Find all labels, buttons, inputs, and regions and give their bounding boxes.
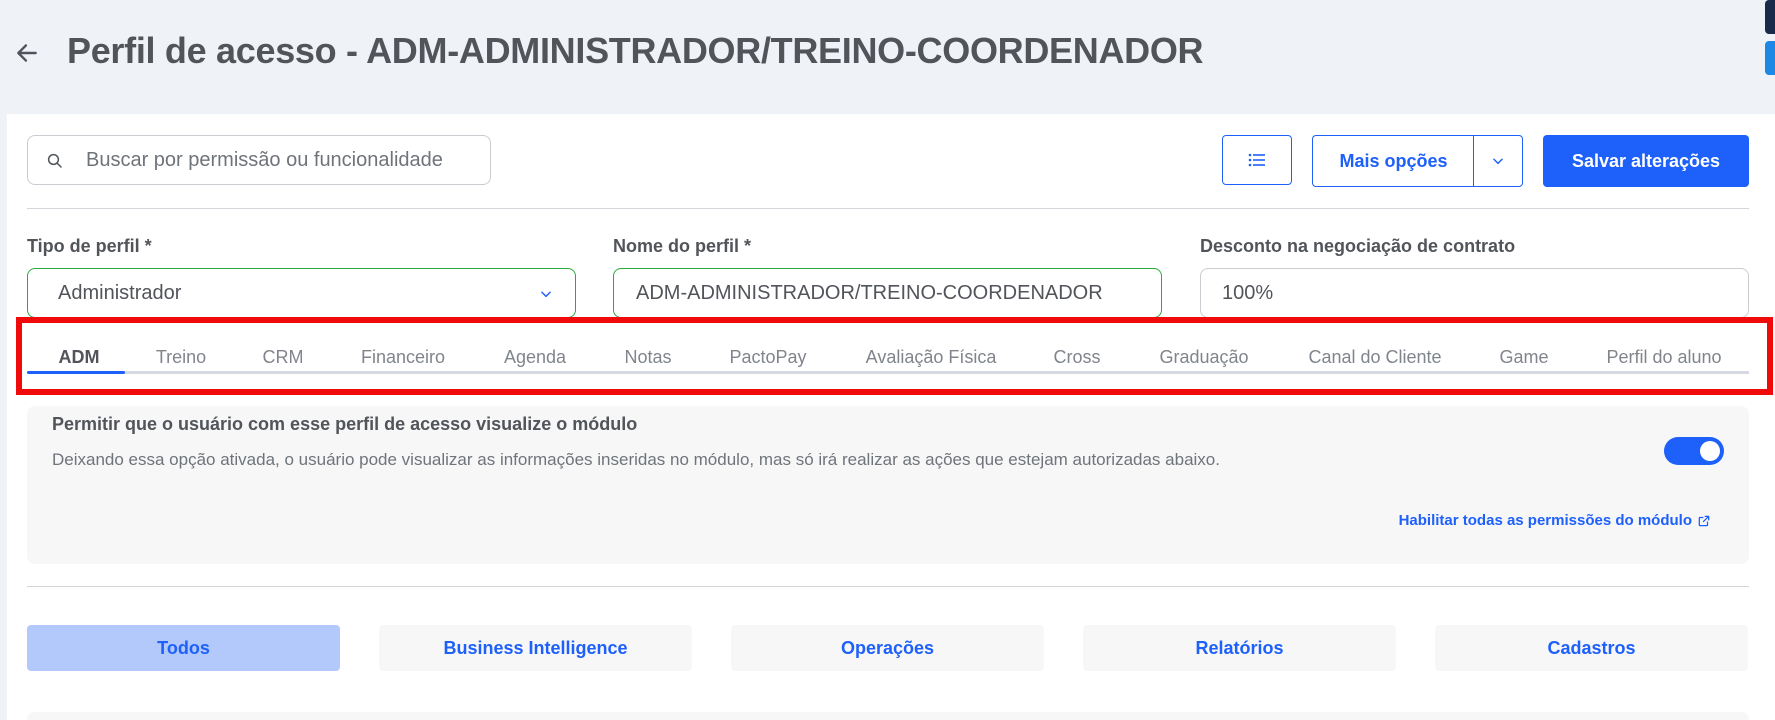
page-title: Perfil de acesso - ADM-ADMINISTRADOR/TRE… [67,30,1204,71]
module-access-toggle[interactable] [1664,437,1724,465]
enable-all-permissions-label: Habilitar todas as permissões do módulo [1398,512,1692,529]
discount-input[interactable]: 100% [1200,268,1749,318]
filter-cadastros[interactable]: Cadastros [1435,625,1748,671]
discount-label: Desconto na negociação de contrato [1200,236,1516,256]
back-arrow-icon[interactable] [14,40,40,66]
more-options-dropdown-button[interactable] [1473,135,1523,187]
more-options-button[interactable]: Mais opções [1312,135,1474,187]
chevron-down-icon [541,291,551,298]
divider [27,586,1749,587]
toggle-knob [1700,441,1720,461]
search-input[interactable] [86,138,482,182]
save-changes-button[interactable]: Salvar alterações [1543,135,1749,187]
divider [27,208,1749,209]
profile-name-input[interactable]: ADM-ADMINISTRADOR/TREINO-COORDENADOR [613,268,1162,318]
list-view-button[interactable] [1222,135,1292,185]
external-link-icon [1698,515,1710,526]
edge-chip-blue[interactable] [1765,41,1775,75]
profile-type-select[interactable]: Administrador [27,268,576,318]
filter-business-intelligence[interactable]: Business Intelligence [379,625,692,671]
list-icon [1248,153,1265,167]
profile-name-value: ADM-ADMINISTRADOR/TREINO-COORDENADOR [636,281,1103,304]
filter-todos[interactable]: Todos [27,625,340,671]
enable-all-permissions-link[interactable]: Habilitar todas as permissões do módulo [1399,512,1711,529]
profile-type-label: Tipo de perfil * [27,236,152,256]
module-access-title: Permitir que o usuário com esse perfil d… [52,414,638,434]
discount-value: 100% [1222,281,1274,304]
permissions-list-top [27,712,1749,720]
profile-type-value: Administrador [58,281,182,304]
search-box[interactable] [27,135,491,185]
page-header: Perfil de acesso - ADM-ADMINISTRADOR/TRE… [0,0,1775,113]
edge-chip-dark[interactable] [1765,0,1775,34]
profile-name-label: Nome do perfil * [613,236,752,256]
module-access-description: Deixando essa opção ativada, o usuário p… [52,450,1220,469]
search-icon [47,153,62,168]
module-access-panel: Permitir que o usuário com esse perfil d… [27,406,1749,564]
chevron-down-icon [1493,158,1503,165]
filter-operacoes[interactable]: Operações [731,625,1044,671]
filter-relatorios[interactable]: Relatórios [1083,625,1396,671]
highlight-annotation [16,317,1773,395]
